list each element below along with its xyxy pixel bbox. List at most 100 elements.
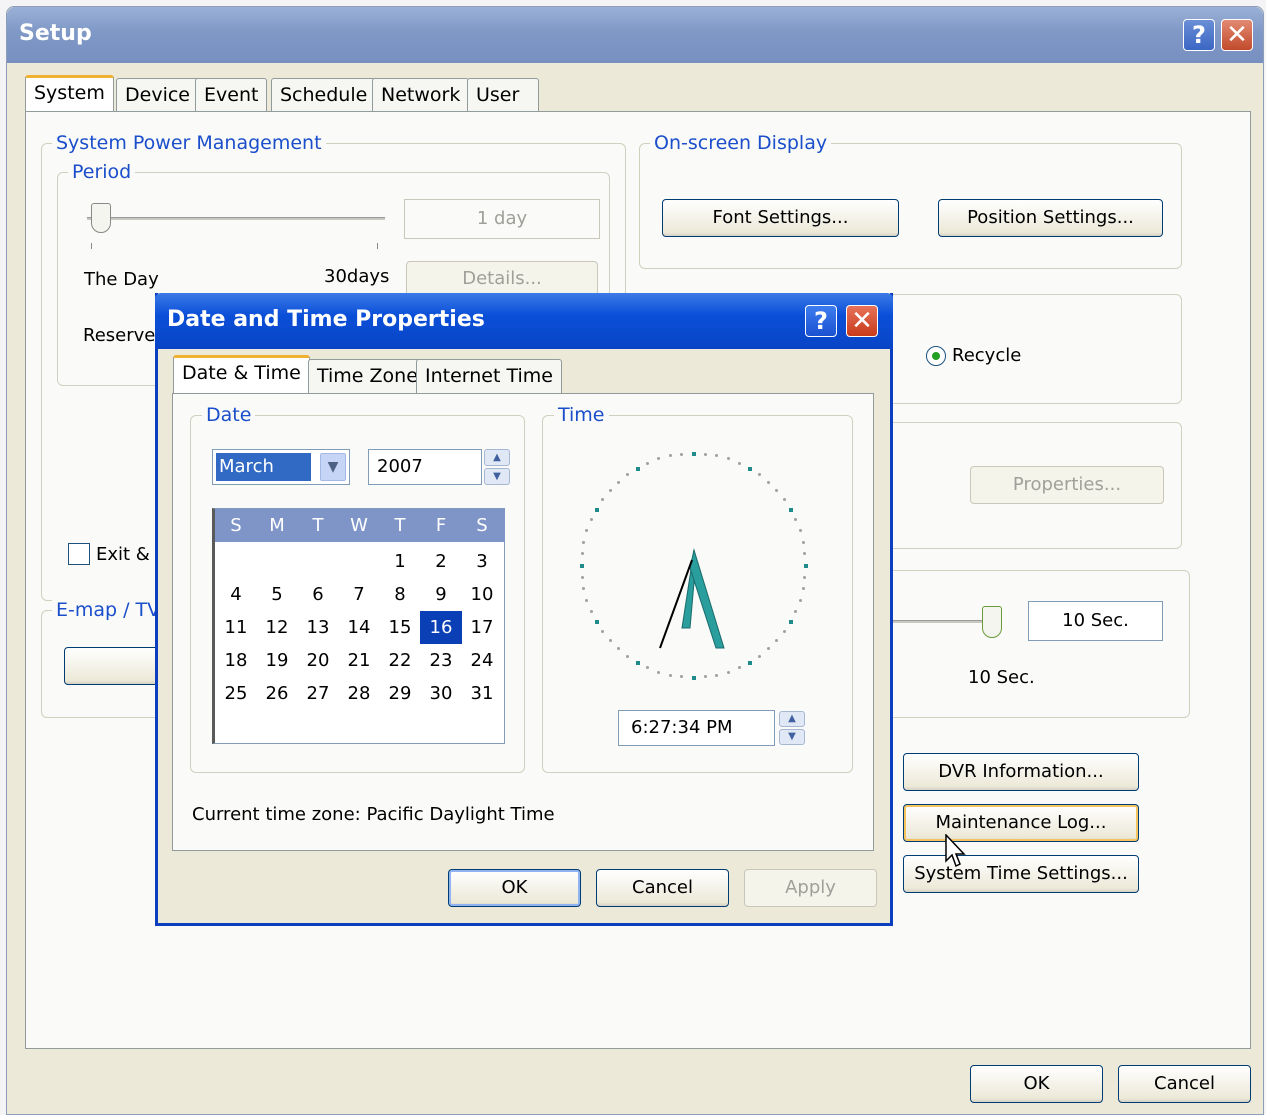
osd-group-label: On-screen Display	[650, 132, 832, 154]
timeout-value-field[interactable]: 10 Sec.	[1028, 601, 1163, 641]
time-spin-up-icon[interactable]: ▲	[779, 711, 805, 727]
dialog-cancel-button[interactable]: Cancel	[596, 869, 729, 907]
calendar-empty-cell	[297, 545, 339, 578]
maintenance-log-button[interactable]: Maintenance Log...	[903, 804, 1139, 842]
timeout-slider-thumb[interactable]	[982, 606, 1002, 638]
dialog-ok-button[interactable]: OK	[448, 869, 581, 907]
calendar-day[interactable]: 19	[256, 644, 298, 677]
weekday-fri: F	[435, 515, 447, 536]
tab-device[interactable]: Device	[116, 78, 199, 112]
calendar-day[interactable]: 20	[297, 644, 339, 677]
tab-schedule[interactable]: Schedule	[271, 78, 377, 112]
calendar-day[interactable]: 28	[338, 677, 380, 710]
calendar-empty-cell	[338, 545, 380, 578]
period-slider-thumb[interactable]	[91, 203, 111, 233]
calendar-day[interactable]: 18	[215, 644, 257, 677]
calendar-day[interactable]: 10	[461, 578, 503, 611]
year-field[interactable]: 2007	[368, 449, 482, 485]
calendar-day[interactable]: 13	[297, 611, 339, 644]
calendar-day[interactable]: 24	[461, 644, 503, 677]
calendar-empty-cell	[256, 545, 298, 578]
calendar-day[interactable]: 7	[338, 578, 380, 611]
calendar-day-selected[interactable]: 16	[420, 611, 462, 644]
period-slider-track[interactable]	[87, 217, 385, 220]
slider-tick-max	[377, 243, 378, 249]
calendar-day[interactable]: 9	[420, 578, 462, 611]
clock-hands-icon	[659, 548, 725, 649]
close-icon[interactable]: ✕	[1221, 19, 1253, 51]
emap-group-label: E-map / TV	[52, 599, 165, 621]
dialog-titlebar[interactable]: Date and Time Properties ? ✕	[155, 293, 893, 349]
tab-user[interactable]: User	[467, 78, 539, 112]
tab-date-time[interactable]: Date & Time	[173, 355, 310, 393]
dialog-apply-button[interactable]: Apply	[744, 869, 877, 907]
weekday-sat: S	[476, 515, 488, 536]
weekday-mon: M	[269, 515, 285, 536]
month-select[interactable]: March ▼	[212, 449, 350, 485]
setup-ok-button[interactable]: OK	[970, 1065, 1103, 1103]
time-spin-down-icon[interactable]: ▼	[779, 729, 805, 745]
exit-checkbox[interactable]	[68, 543, 90, 565]
tab-internet-time[interactable]: Internet Time	[416, 359, 562, 393]
calendar-day[interactable]: 6	[297, 578, 339, 611]
calendar-day[interactable]: 5	[256, 578, 298, 611]
time-spinner[interactable]: ▲ ▼	[779, 711, 805, 745]
calendar-day[interactable]: 8	[379, 578, 421, 611]
calendar-day[interactable]: 14	[338, 611, 380, 644]
setup-cancel-button[interactable]: Cancel	[1118, 1065, 1251, 1103]
dialog-title: Date and Time Properties	[167, 307, 485, 332]
dvr-information-button[interactable]: DVR Information...	[903, 753, 1139, 791]
weekday-thu: T	[394, 515, 406, 536]
calendar-header: S M T W T F S	[215, 509, 505, 542]
calendar-day[interactable]: 15	[379, 611, 421, 644]
details-button[interactable]: Details...	[406, 261, 598, 297]
help-icon[interactable]: ?	[1183, 19, 1215, 51]
calendar-day[interactable]: 29	[379, 677, 421, 710]
calendar: S M T W T F S 1 2 3 4 5 6 7 8 9 10 11 12 13 14 15 16 17 1…	[212, 508, 505, 744]
calendar-day[interactable]: 30	[420, 677, 462, 710]
spin-down-icon[interactable]: ▼	[484, 468, 510, 485]
spin-up-icon[interactable]: ▲	[484, 449, 510, 466]
year-spinner[interactable]: ▲ ▼	[484, 449, 510, 485]
date-group-label: Date	[202, 404, 256, 426]
system-time-settings-button[interactable]: System Time Settings...	[903, 855, 1139, 893]
calendar-day[interactable]: 4	[215, 578, 257, 611]
recycle-radio-dot	[932, 352, 940, 360]
calendar-day[interactable]: 12	[256, 611, 298, 644]
calendar-day[interactable]: 17	[461, 611, 503, 644]
tab-network[interactable]: Network	[372, 78, 470, 112]
time-group-label: Time	[554, 404, 609, 426]
calendar-day[interactable]: 27	[297, 677, 339, 710]
calendar-day[interactable]: 2	[420, 545, 462, 578]
calendar-day[interactable]: 1	[379, 545, 421, 578]
period-value-field[interactable]: 1 day	[404, 199, 600, 239]
chevron-down-icon[interactable]: ▼	[320, 453, 346, 481]
tab-system[interactable]: System	[25, 75, 114, 113]
calendar-day[interactable]: 31	[461, 677, 503, 710]
dialog-close-icon[interactable]: ✕	[846, 305, 878, 337]
dialog-help-icon[interactable]: ?	[805, 305, 837, 337]
date-time-dialog: Date and Time Properties ? ✕ Date & Time…	[155, 293, 893, 926]
timeout-slider-track[interactable]	[892, 620, 992, 623]
slider-tick-min	[91, 243, 92, 249]
calendar-day[interactable]: 22	[379, 644, 421, 677]
tab-event[interactable]: Event	[195, 78, 268, 112]
position-settings-button[interactable]: Position Settings...	[938, 199, 1163, 237]
calendar-day[interactable]: 11	[215, 611, 257, 644]
calendar-day[interactable]: 23	[420, 644, 462, 677]
weekday-tue: T	[312, 515, 324, 536]
properties-button[interactable]: Properties...	[970, 466, 1164, 504]
calendar-day[interactable]: 26	[256, 677, 298, 710]
font-settings-button[interactable]: Font Settings...	[662, 199, 899, 237]
calendar-grid: 1 2 3 4 5 6 7 8 9 10 11 12 13 14 15 16 17 18 19 20 21 22 23 24 2…	[215, 545, 505, 715]
time-field[interactable]: 6:27:34 PM	[618, 710, 775, 746]
calendar-day[interactable]: 3	[461, 545, 503, 578]
timeout-tick-label: 10 Sec.	[968, 667, 1035, 688]
tab-time-zone[interactable]: Time Zone	[308, 359, 427, 393]
setup-titlebar[interactable]: Setup ? ✕	[7, 7, 1263, 63]
recycle-radio[interactable]	[926, 346, 946, 366]
calendar-day[interactable]: 25	[215, 677, 257, 710]
days-label: 30days	[324, 266, 390, 287]
calendar-day[interactable]: 21	[338, 644, 380, 677]
cursor-icon	[945, 834, 966, 868]
